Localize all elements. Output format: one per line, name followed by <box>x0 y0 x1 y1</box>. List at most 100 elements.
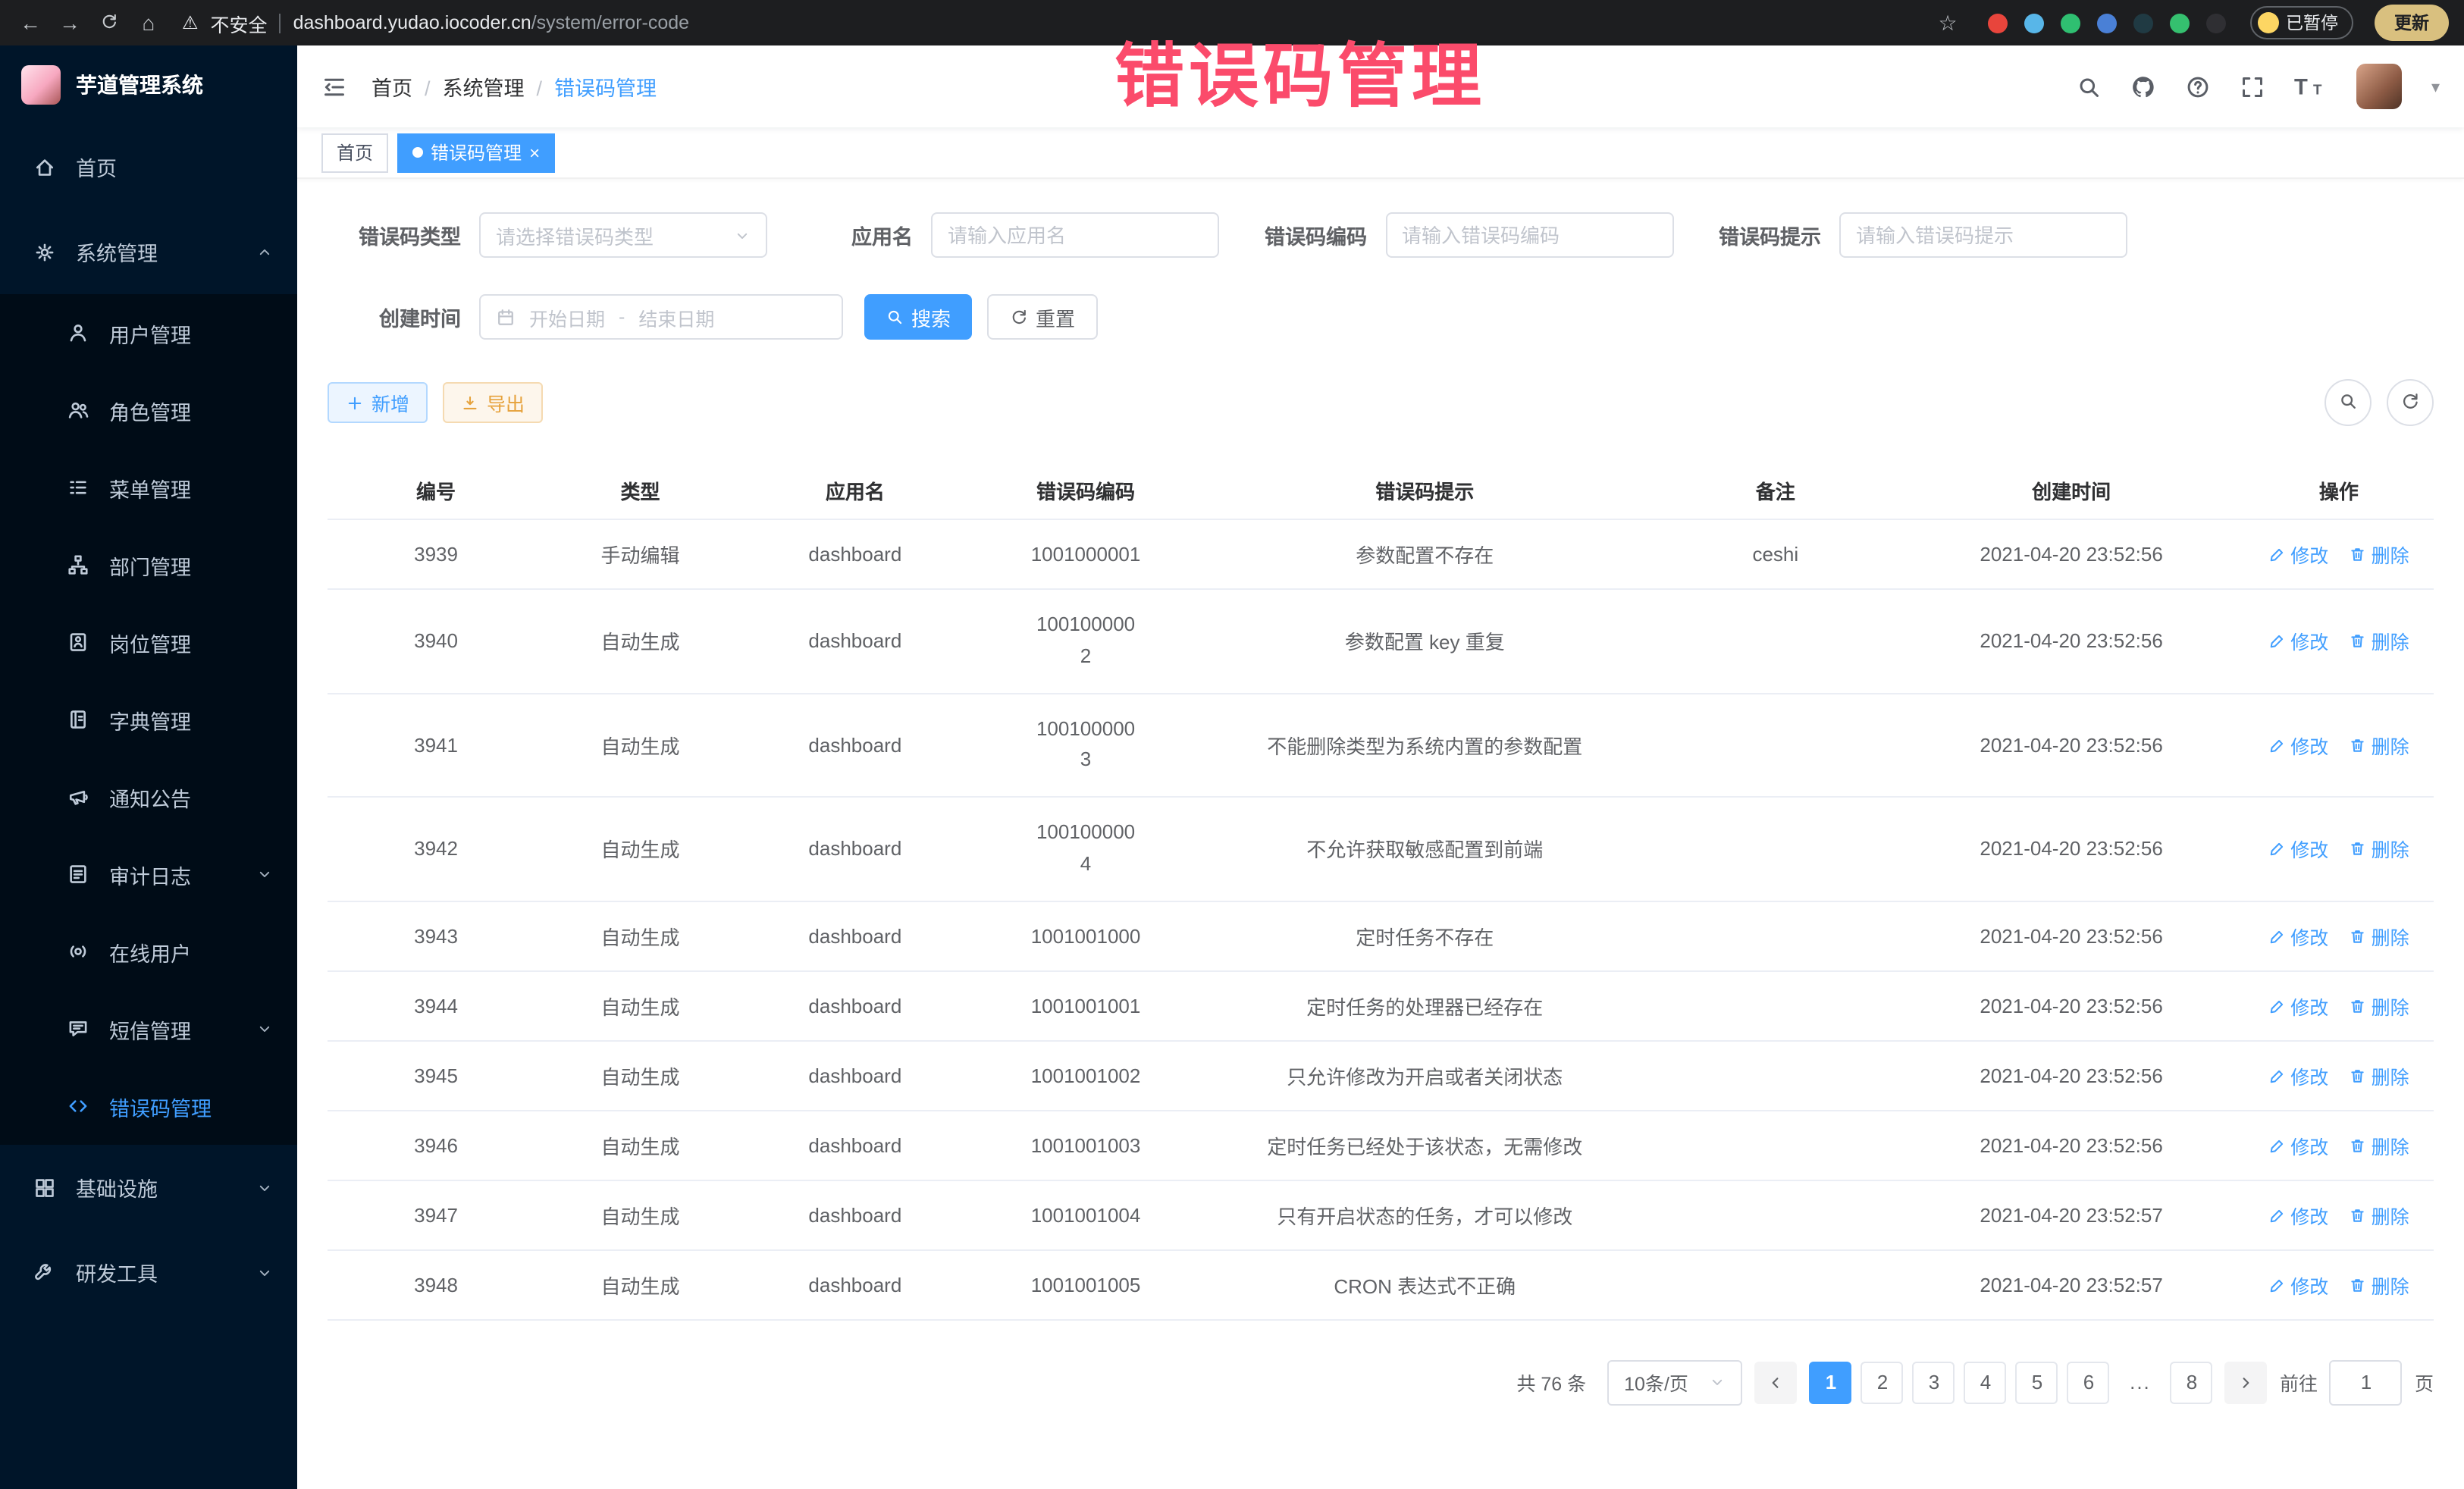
extension-icon[interactable] <box>2169 13 2189 33</box>
extension-icon[interactable] <box>2133 13 2152 33</box>
edit-link[interactable]: 修改 <box>2268 540 2328 569</box>
cell-app: dashboard <box>736 971 974 1041</box>
page-button[interactable]: ... <box>2119 1362 2161 1404</box>
refresh-table-button[interactable] <box>2387 379 2434 426</box>
sidebar-menu-item[interactable]: 审计日志 <box>0 835 297 913</box>
app-logo[interactable]: 芋道管理系统 <box>0 45 297 124</box>
page-button[interactable]: 4 <box>1964 1362 2007 1404</box>
delete-link[interactable]: 删除 <box>2350 731 2409 760</box>
delete-link[interactable]: 删除 <box>2350 1061 2409 1090</box>
sidebar-menu-item[interactable]: 字典管理 <box>0 681 297 758</box>
sidebar-menu-item[interactable]: 在线用户 <box>0 913 297 990</box>
sidebar-menu-item[interactable]: 系统管理 <box>0 209 297 294</box>
delete-link[interactable]: 删除 <box>2350 835 2409 864</box>
page-button[interactable]: 1 <box>1810 1362 1852 1404</box>
page-button[interactable]: 3 <box>1913 1362 1955 1404</box>
profile-paused-badge[interactable]: 已暂停 <box>2249 6 2353 39</box>
edit-link[interactable]: 修改 <box>2268 627 2328 656</box>
extension-icon[interactable] <box>2205 13 2225 33</box>
breadcrumb-item[interactable]: 首页 <box>371 71 412 102</box>
next-page-button[interactable] <box>2225 1362 2268 1404</box>
app-name-input[interactable] <box>931 212 1219 258</box>
book-icon <box>67 708 94 731</box>
column-header: 操作 <box>2244 462 2434 519</box>
sidebar-toggle-icon[interactable] <box>321 74 347 99</box>
extension-icon[interactable] <box>2024 13 2043 33</box>
edit-link[interactable]: 修改 <box>2268 992 2328 1020</box>
edit-link[interactable]: 修改 <box>2268 1131 2328 1160</box>
reset-button[interactable]: 重置 <box>987 294 1098 340</box>
bookmark-star-icon[interactable]: ☆ <box>1933 10 1963 36</box>
delete-link[interactable]: 删除 <box>2350 992 2409 1020</box>
view-tag[interactable]: 错误码管理 × <box>397 133 555 172</box>
close-icon[interactable]: × <box>529 143 540 161</box>
delete-link[interactable]: 删除 <box>2350 1131 2409 1160</box>
extension-icon[interactable] <box>2060 13 2080 33</box>
reload-icon[interactable] <box>94 11 124 34</box>
error-hint-input[interactable] <box>1839 212 2127 258</box>
user-avatar[interactable] <box>2357 64 2403 109</box>
sidebar-menu-item[interactable]: 研发工具 <box>0 1230 297 1315</box>
table-row: 3948 自动生成 dashboard 1001001005 CRON 表达式不… <box>328 1250 2434 1320</box>
sidebar-menu-item[interactable]: 岗位管理 <box>0 603 297 681</box>
sidebar-menu-item[interactable]: 菜单管理 <box>0 449 297 526</box>
delete-icon <box>2350 840 2367 857</box>
tags-view-bar: 首页 错误码管理 × <box>297 127 2464 179</box>
page-size-select[interactable]: 10条/页 <box>1607 1360 1743 1406</box>
sidebar-menu-item[interactable]: 错误码管理 <box>0 1067 297 1145</box>
address-bar[interactable]: ⚠ 不安全 dashboard.yudao.iocoder.cn/system/… <box>182 8 1923 37</box>
error-type-select[interactable]: 请选择错误码类型 <box>479 212 767 258</box>
goto-page-input[interactable] <box>2330 1360 2403 1406</box>
sidebar-menu-item[interactable]: 用户管理 <box>0 294 297 371</box>
page-button[interactable]: 2 <box>1861 1362 1904 1404</box>
delete-link[interactable]: 删除 <box>2350 540 2409 569</box>
search-button[interactable]: 搜索 <box>864 294 972 340</box>
browser-home-icon[interactable]: ⌂ <box>133 11 164 35</box>
edit-link[interactable]: 修改 <box>2268 922 2328 951</box>
page-button[interactable]: 6 <box>2067 1362 2110 1404</box>
cell-app: dashboard <box>736 901 974 971</box>
tools-icon <box>33 1261 61 1284</box>
cell-remark <box>1652 1111 1898 1180</box>
sidebar-menu-item[interactable]: 通知公告 <box>0 758 297 835</box>
edit-link[interactable]: 修改 <box>2268 1061 2328 1090</box>
font-size-icon[interactable]: TT <box>2293 74 2328 99</box>
page-button[interactable]: 8 <box>2171 1362 2213 1404</box>
back-icon[interactable]: ← <box>15 11 45 35</box>
date-range-picker[interactable]: 开始日期 - 结束日期 <box>479 294 843 340</box>
add-button[interactable]: 新增 <box>328 382 428 423</box>
edit-link[interactable]: 修改 <box>2268 1271 2328 1299</box>
toggle-search-button[interactable] <box>2324 379 2372 426</box>
error-code-input[interactable] <box>1385 212 1673 258</box>
update-button[interactable]: 更新 <box>2375 5 2449 41</box>
view-tag[interactable]: 首页 <box>321 133 388 172</box>
forward-icon[interactable]: → <box>55 11 85 35</box>
sidebar-menu-item[interactable]: 基础设施 <box>0 1145 297 1230</box>
help-icon[interactable] <box>2184 74 2210 99</box>
sidebar-menu-item[interactable]: 首页 <box>0 124 297 209</box>
edit-link[interactable]: 修改 <box>2268 1201 2328 1230</box>
breadcrumb-item[interactable]: 系统管理 <box>412 71 525 102</box>
search-icon[interactable] <box>2075 74 2101 99</box>
edit-link[interactable]: 修改 <box>2268 731 2328 760</box>
github-icon[interactable] <box>2130 74 2155 99</box>
cell-id: 3947 <box>328 1180 544 1250</box>
breadcrumb-item[interactable]: 错误码管理 <box>525 71 657 102</box>
delete-link[interactable]: 删除 <box>2350 922 2409 951</box>
page-button[interactable]: 5 <box>2016 1362 2058 1404</box>
error-code-label: 错误码编码 <box>1265 220 1367 250</box>
sidebar-menu-item[interactable]: 角色管理 <box>0 371 297 449</box>
prev-page-button[interactable] <box>1755 1362 1798 1404</box>
edit-link[interactable]: 修改 <box>2268 835 2328 864</box>
delete-link[interactable]: 删除 <box>2350 1271 2409 1299</box>
refresh-icon <box>1010 308 1028 326</box>
sidebar-menu-item[interactable]: 短信管理 <box>0 990 297 1067</box>
fullscreen-icon[interactable] <box>2239 74 2265 99</box>
caret-down-icon[interactable]: ▾ <box>2431 77 2440 96</box>
sidebar-menu-item[interactable]: 部门管理 <box>0 526 297 603</box>
delete-link[interactable]: 删除 <box>2350 1201 2409 1230</box>
extension-icon[interactable] <box>1987 13 2007 33</box>
delete-link[interactable]: 删除 <box>2350 627 2409 656</box>
extension-icon[interactable] <box>2096 13 2116 33</box>
export-button[interactable]: 导出 <box>443 382 543 423</box>
